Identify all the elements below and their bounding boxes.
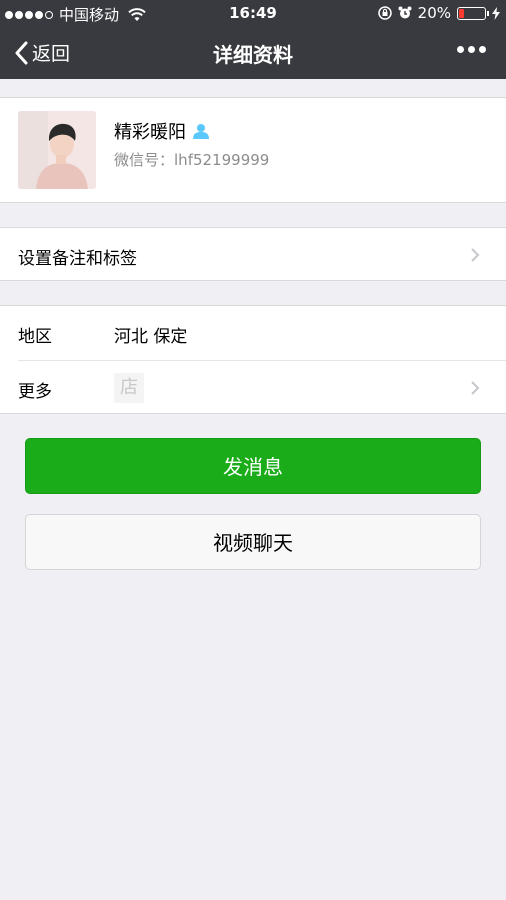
contact-badge-icon <box>193 124 209 139</box>
region-row: 地区 河北 保定 <box>0 306 506 360</box>
avatar-photo <box>18 111 96 189</box>
wechat-id: 微信号：lhf52199999 <box>114 149 269 170</box>
set-remark-tags-label: 设置备注和标签 <box>18 249 137 269</box>
lock-rotation-icon <box>377 6 392 20</box>
charging-icon <box>492 6 500 20</box>
battery-icon <box>457 6 489 20</box>
avatar[interactable] <box>18 111 96 189</box>
chevron-right-icon <box>471 381 480 395</box>
shop-icon: 店 <box>114 373 144 403</box>
info-group: 地区 河北 保定 更多 店 <box>0 305 506 414</box>
page-title: 详细资料 <box>213 43 293 67</box>
more-dots-icon[interactable] <box>457 46 486 53</box>
region-label: 地区 <box>18 327 52 347</box>
battery-percent: 20% <box>417 4 451 22</box>
more-row[interactable]: 更多 店 <box>0 361 506 415</box>
battery-level-fill <box>459 8 464 18</box>
video-chat-button[interactable]: 视频聊天 <box>25 514 481 570</box>
profile-name: 精彩暖阳 <box>114 122 186 143</box>
wechat-id-label: 微信号： <box>114 151 175 169</box>
navigation-bar: 返回 详细资料 <box>0 27 506 79</box>
set-remark-tags-row[interactable]: 设置备注和标签 <box>0 227 506 281</box>
alarm-icon <box>398 6 412 19</box>
wechat-id-value: lhf52199999 <box>174 151 270 169</box>
more-label: 更多 <box>18 382 52 402</box>
status-bar: 中国移动 16:49 20% <box>0 0 506 27</box>
profile-card[interactable]: 精彩暖阳 微信号：lhf52199999 <box>0 97 506 203</box>
region-value: 河北 保定 <box>114 327 188 347</box>
chevron-right-icon <box>471 248 480 262</box>
send-message-button[interactable]: 发消息 <box>25 438 481 494</box>
